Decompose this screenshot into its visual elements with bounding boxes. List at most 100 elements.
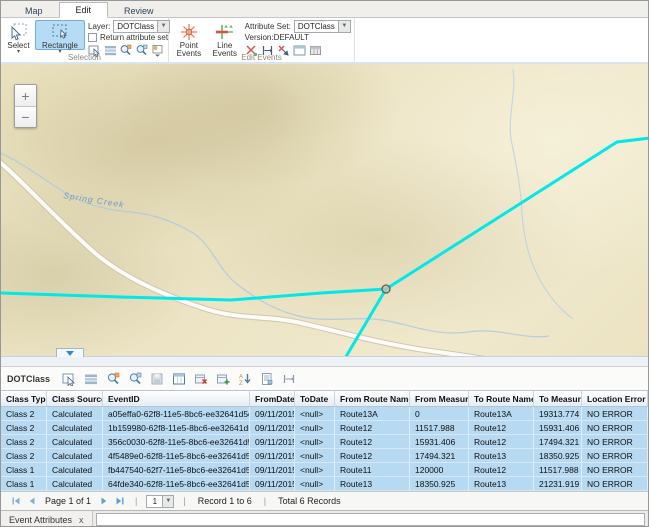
tab-review[interactable]: Review [108,4,170,18]
table-row[interactable]: Class 2Calculated356c0030-62f8-11e5-8bc6… [1,435,648,449]
column-header[interactable]: Location Error [582,391,648,406]
show-selected-rows-icon[interactable] [82,371,99,387]
column-header[interactable]: To Measure [534,391,582,406]
previous-page-button[interactable] [27,496,37,506]
table-row[interactable]: Class 2Calculated4f5489e0-62f8-11e5-8bc6… [1,449,648,463]
select-tool-button[interactable]: Select ▾ [4,20,33,50]
table-cell[interactable]: NO ERROR [582,421,648,434]
last-page-button[interactable] [115,496,125,506]
table-cell[interactable]: Class 1 [1,477,47,490]
table-cell[interactable]: Route13 [335,477,410,490]
table-cell[interactable]: <null> [295,477,335,490]
select-records-icon[interactable] [60,371,77,387]
table-cell[interactable]: <null> [295,407,335,420]
column-header[interactable]: EventID [103,391,250,406]
table-cell[interactable]: Calculated [47,435,103,448]
table-cell[interactable]: 15931.406 [410,435,469,448]
table-cell[interactable]: Class 2 [1,435,47,448]
table-cell[interactable]: 18350.925 [410,477,469,490]
table-cell[interactable]: 17494.321 [534,435,582,448]
table-cell[interactable]: Route12 [469,435,534,448]
table-cell[interactable]: Route12 [335,449,410,462]
table-cell[interactable]: 19313.774 [534,407,582,420]
table-cell[interactable]: a05effa0-62f8-11e5-8bc6-ee32641d5ec9 [103,407,250,420]
pan-to-selected-icon[interactable] [126,371,143,387]
save-icon[interactable] [148,371,165,387]
table-cell[interactable]: Calculated [47,449,103,462]
table-cell[interactable]: Route13A [469,407,534,420]
tab-map[interactable]: Map [9,4,59,18]
table-cell[interactable]: Calculated [47,407,103,420]
measure-columns-icon[interactable] [280,371,297,387]
table-cell[interactable]: Route12 [335,435,410,448]
column-header[interactable]: FromDate [250,391,295,406]
table-cell[interactable]: Route12 [469,421,534,434]
table-cell[interactable]: 1b159980-62f8-11e5-8bc6-ee32641d5ec9 [103,421,250,434]
zoom-in-button[interactable]: + [15,85,36,106]
route-line-west[interactable] [1,289,386,300]
column-header[interactable]: ToDate [295,391,335,406]
column-header[interactable]: From Route Name [335,391,410,406]
table-cell[interactable]: 09/11/2015 [250,477,295,490]
table-cell[interactable]: Route11 [335,463,410,476]
zoom-to-selected-icon[interactable] [104,371,121,387]
table-cell[interactable]: NO ERROR [582,435,648,448]
table-row[interactable]: Class 1Calculatedfb447540-62f7-11e5-8bc6… [1,463,648,477]
table-cell[interactable]: Route13 [469,477,534,490]
table-cell[interactable]: 09/11/2015 [250,407,295,420]
point-events-button[interactable]: Point Events [172,20,206,50]
table-cell[interactable]: Route13 [469,449,534,462]
table-row[interactable]: Class 2Calculateda05effa0-62f8-11e5-8bc6… [1,407,648,421]
table-cell[interactable]: fb447540-62f7-11e5-8bc6-ee32641d5ec9 [103,463,250,476]
add-record-icon[interactable] [214,371,231,387]
column-header[interactable]: From Measure [410,391,469,406]
table-cell[interactable]: 21231.919 [534,477,582,490]
page-number-dropdown-arrow-icon[interactable]: ▼ [162,495,174,508]
table-cell[interactable]: 11517.988 [534,463,582,476]
table-cell[interactable]: <null> [295,421,335,434]
table-cell[interactable]: Class 2 [1,421,47,434]
page-number-dropdown[interactable]: 1 ▼ [146,495,174,508]
line-events-button[interactable]: Line Events [208,20,242,50]
table-cell[interactable]: <null> [295,449,335,462]
table-cell[interactable]: Class 2 [1,449,47,462]
table-cell[interactable]: 15931.406 [534,421,582,434]
attribute-window-icon[interactable] [170,371,187,387]
route-junction-marker[interactable] [382,285,390,293]
column-header[interactable]: Class Type [1,391,47,406]
table-cell[interactable]: Calculated [47,421,103,434]
table-cell[interactable]: 64fde340-62f8-11e5-8bc6-ee32641d5ec9 [103,477,250,490]
table-cell[interactable]: 4f5489e0-62f8-11e5-8bc6-ee32641d5ec9 [103,449,250,462]
attribute-report-icon[interactable] [258,371,275,387]
table-cell[interactable]: NO ERROR [582,407,648,420]
table-cell[interactable]: NO ERROR [582,477,648,490]
table-row[interactable]: Class 1Calculated64fde340-62f8-11e5-8bc6… [1,477,648,491]
tab-event-attributes[interactable]: Event Attributes x [1,511,93,527]
table-cell[interactable]: <null> [295,463,335,476]
attribute-set-dropdown-arrow-icon[interactable]: ▼ [338,20,351,33]
table-cell[interactable]: 11517.988 [410,421,469,434]
table-cell[interactable]: Calculated [47,477,103,490]
table-cell[interactable]: Route12 [469,463,534,476]
table-cell[interactable]: 18350.925 [534,449,582,462]
table-cell[interactable]: Class 2 [1,407,47,420]
next-page-button[interactable] [99,496,109,506]
table-cell[interactable]: 0 [410,407,469,420]
table-cell[interactable]: 09/11/2015 [250,421,295,434]
close-tab-icon[interactable]: x [79,515,84,525]
tab-edit[interactable]: Edit [59,2,109,18]
return-attribute-set-checkbox[interactable] [88,33,97,42]
column-header[interactable]: Class Source [47,391,103,406]
table-cell[interactable]: Class 1 [1,463,47,476]
table-cell[interactable]: Route12 [335,421,410,434]
table-cell[interactable]: 356c0030-62f8-11e5-8bc6-ee32641d5ec9 [103,435,250,448]
collapse-panel-button[interactable] [56,348,84,357]
rectangle-tool-button[interactable]: Rectangle ▾ [35,20,85,50]
route-line-south[interactable] [344,289,386,356]
table-cell[interactable]: 09/11/2015 [250,463,295,476]
table-cell[interactable]: NO ERROR [582,449,648,462]
route-line-northeast[interactable] [386,138,648,289]
table-cell[interactable]: Calculated [47,463,103,476]
table-cell[interactable]: Route13A [335,407,410,420]
table-row[interactable]: Class 2Calculated1b159980-62f8-11e5-8bc6… [1,421,648,435]
